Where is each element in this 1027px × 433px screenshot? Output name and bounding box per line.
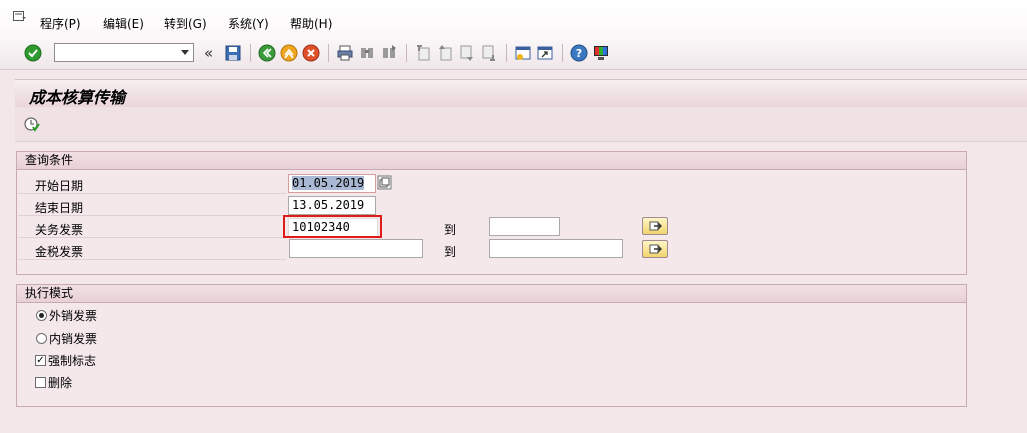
toolbar-separator xyxy=(506,44,507,62)
multiple-selection-icon xyxy=(649,221,662,231)
export-invoice-radio[interactable] xyxy=(36,310,47,321)
start-date-value: 01.05.2019 xyxy=(292,176,365,190)
customs-invoice-multiple-selection-button[interactable] xyxy=(642,217,668,235)
application-toolbar xyxy=(15,107,1027,142)
menu-system[interactable]: 系统(Y) xyxy=(228,15,269,32)
execution-mode-group: 执行模式 xyxy=(16,284,967,407)
next-page-icon[interactable] xyxy=(458,44,476,62)
help-icon[interactable]: ? xyxy=(570,44,588,62)
shortcut-icon[interactable] xyxy=(536,44,554,62)
multiple-selection-icon xyxy=(649,244,662,254)
delete-label: 删除 xyxy=(48,376,73,390)
customize-layout-icon[interactable] xyxy=(592,44,610,62)
execute-icon[interactable] xyxy=(24,116,40,132)
tax-invoice-label: 金税发票 xyxy=(35,245,84,259)
tax-invoice-to-field[interactable] xyxy=(489,239,623,258)
toolbar-separator xyxy=(328,44,329,62)
check-icon[interactable] xyxy=(24,44,42,62)
first-page-icon[interactable] xyxy=(414,44,432,62)
toolbar-separator xyxy=(562,44,563,62)
end-date-field[interactable]: 13.05.2019 xyxy=(288,196,376,215)
tax-invoice-to-label: 到 xyxy=(444,245,457,259)
force-flag-checkbox[interactable]: ✓ xyxy=(35,355,46,366)
customs-invoice-label: 关务发票 xyxy=(35,223,84,237)
menu-edit[interactable]: 编辑(E) xyxy=(103,15,144,32)
menu-goto[interactable]: 转到(G) xyxy=(164,15,207,32)
print-icon[interactable] xyxy=(336,44,354,62)
find-icon[interactable] xyxy=(358,44,376,62)
find-next-icon[interactable] xyxy=(380,44,398,62)
title-bar: 成本核算传输 xyxy=(15,79,1027,108)
chevron-down-icon[interactable] xyxy=(181,50,189,55)
last-page-icon[interactable] xyxy=(480,44,498,62)
save-icon[interactable] xyxy=(224,44,242,62)
force-flag-label: 强制标志 xyxy=(48,354,97,368)
query-group-title: 查询条件 xyxy=(17,152,966,170)
tax-invoice-multiple-selection-button[interactable] xyxy=(642,240,668,258)
tax-invoice-from-field[interactable] xyxy=(289,239,423,258)
start-date-label: 开始日期 xyxy=(35,179,84,193)
standard-toolbar: « ? xyxy=(0,38,1027,70)
calendar-icon[interactable] xyxy=(377,175,392,190)
start-date-field[interactable]: 01.05.2019 xyxy=(288,174,376,193)
menu-program[interactable]: 程序(P) xyxy=(40,15,81,32)
page-title: 成本核算传输 xyxy=(29,88,126,107)
row-divider xyxy=(18,215,286,216)
delete-checkbox[interactable] xyxy=(35,377,46,388)
row-divider xyxy=(18,193,286,194)
previous-page-icon[interactable] xyxy=(436,44,454,62)
command-field[interactable] xyxy=(54,43,194,62)
cancel-icon[interactable] xyxy=(302,44,320,62)
menu-help[interactable]: 帮助(H) xyxy=(290,15,332,32)
export-invoice-label: 外销发票 xyxy=(49,309,98,323)
domestic-invoice-radio[interactable] xyxy=(36,333,47,344)
toolbar-separator xyxy=(406,44,407,62)
exit-icon[interactable] xyxy=(280,44,298,62)
toolbar-separator xyxy=(250,44,251,62)
highlight-box xyxy=(283,215,382,238)
end-date-label: 结束日期 xyxy=(35,201,84,215)
back-icon[interactable] xyxy=(258,44,276,62)
menu-bar: 程序(P) 编辑(E) 转到(G) 系统(Y) 帮助(H) xyxy=(0,0,1027,39)
menu-icon[interactable] xyxy=(13,11,27,23)
row-divider xyxy=(18,237,286,238)
create-session-icon[interactable] xyxy=(514,44,532,62)
domestic-invoice-label: 内销发票 xyxy=(49,332,98,346)
collapse-icon[interactable]: « xyxy=(204,44,213,62)
mode-group-title: 执行模式 xyxy=(17,285,966,303)
customs-invoice-to-field[interactable] xyxy=(489,217,560,236)
row-divider xyxy=(18,259,286,260)
customs-invoice-to-label: 到 xyxy=(444,223,457,237)
svg-text:?: ? xyxy=(576,47,582,60)
end-date-value: 13.05.2019 xyxy=(292,198,365,212)
